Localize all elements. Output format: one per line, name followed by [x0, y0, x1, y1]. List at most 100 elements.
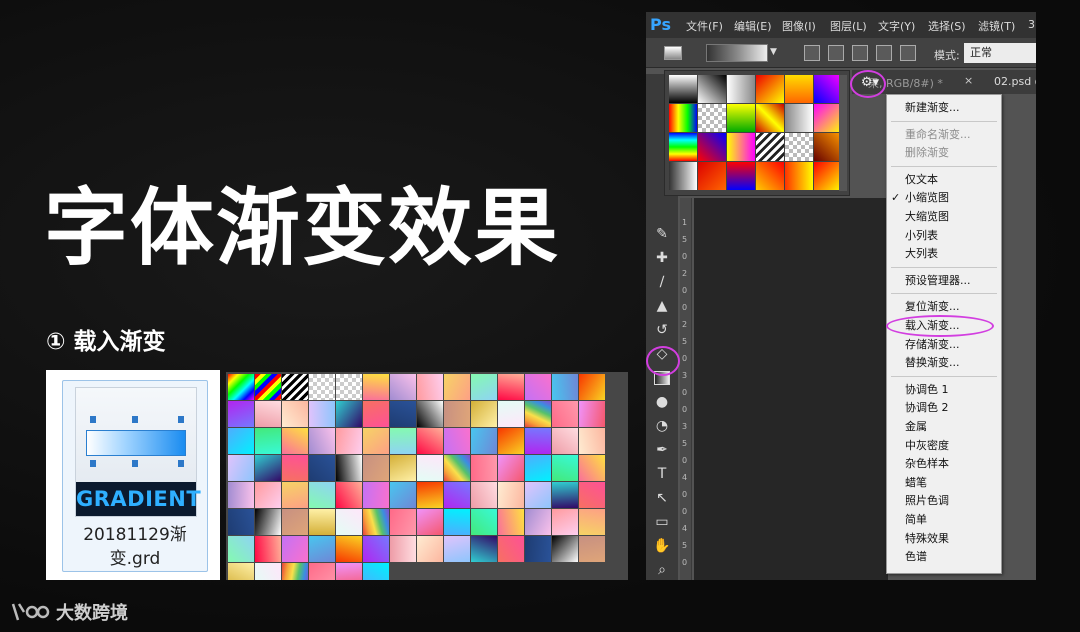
reflected-gradient-icon[interactable]: [876, 45, 892, 61]
gradient-swatch[interactable]: [228, 482, 254, 508]
gradient-swatch[interactable]: [390, 401, 416, 427]
gradient-swatch[interactable]: [336, 509, 362, 535]
gradient-swatch[interactable]: [417, 536, 443, 562]
linear-gradient-icon[interactable]: [804, 45, 820, 61]
gradient-swatch[interactable]: [498, 509, 524, 535]
gradient-swatch[interactable]: [309, 374, 335, 400]
gradient-swatch[interactable]: [444, 482, 470, 508]
grd-file-item[interactable]: GRADIENT 20181129渐变.grd: [62, 380, 208, 572]
gradient-swatch[interactable]: [363, 401, 389, 427]
gradient-swatch[interactable]: [444, 509, 470, 535]
gradient-swatch[interactable]: [579, 482, 605, 508]
gradient-swatch[interactable]: [228, 509, 254, 535]
menu-item[interactable]: 金属: [905, 418, 927, 436]
gradient-swatch[interactable]: [471, 401, 497, 427]
gradient-swatch[interactable]: [471, 536, 497, 562]
gradient-swatch[interactable]: [255, 401, 281, 427]
menu-item[interactable]: 特殊效果: [905, 530, 949, 548]
gradient-swatch[interactable]: [228, 401, 254, 427]
gradient-swatch[interactable]: [255, 509, 281, 535]
gradient-swatch[interactable]: [282, 563, 308, 580]
gradient-swatch[interactable]: [363, 455, 389, 481]
gradient-preset-swatch[interactable]: [669, 133, 697, 161]
gradient-swatch[interactable]: [309, 536, 335, 562]
gradient-swatch[interactable]: [390, 509, 416, 535]
gradient-swatch[interactable]: [579, 401, 605, 427]
gradient-preset-swatch[interactable]: [756, 133, 784, 161]
menu-item[interactable]: 仅文本: [905, 171, 938, 189]
gradient-swatch[interactable]: [417, 482, 443, 508]
gradient-swatch[interactable]: [228, 536, 254, 562]
menu-file[interactable]: 文件(F): [686, 18, 723, 34]
gradient-swatch[interactable]: [390, 428, 416, 454]
gradient-preset-swatch[interactable]: [756, 104, 784, 132]
gradient-swatch[interactable]: [579, 374, 605, 400]
menu-item[interactable]: 替换渐变...: [905, 354, 960, 372]
gradient-swatch[interactable]: [525, 455, 551, 481]
menu-filter[interactable]: 滤镜(T): [978, 18, 1015, 34]
menu-image[interactable]: 图像(I): [782, 18, 816, 34]
gradient-swatch[interactable]: [417, 428, 443, 454]
menu-item[interactable]: 照片色调: [905, 492, 949, 510]
gradient-preset-swatch[interactable]: [698, 104, 726, 132]
chevron-down-icon[interactable]: ▼: [770, 47, 781, 59]
gradient-swatch[interactable]: [579, 509, 605, 535]
gradient-swatch[interactable]: [444, 401, 470, 427]
menu-item[interactable]: 新建渐变...: [905, 99, 960, 117]
gradient-swatch[interactable]: [390, 536, 416, 562]
gradient-swatch[interactable]: [417, 374, 443, 400]
gradient-swatch[interactable]: [363, 482, 389, 508]
menu-select[interactable]: 选择(S): [928, 18, 966, 34]
gradient-swatch[interactable]: [471, 482, 497, 508]
gradient-swatch[interactable]: [471, 455, 497, 481]
menu-item[interactable]: 杂色样本: [905, 455, 949, 473]
gradient-swatch[interactable]: [282, 455, 308, 481]
gradient-swatch[interactable]: [309, 563, 335, 580]
menu-item[interactable]: 存储渐变...: [905, 336, 960, 354]
gradient-swatch[interactable]: [390, 482, 416, 508]
gradient-swatch[interactable]: [525, 401, 551, 427]
mode-select[interactable]: 正常: [964, 43, 1036, 63]
menu-item[interactable]: 协调色 2: [905, 399, 949, 417]
gradient-swatch[interactable]: [336, 536, 362, 562]
gradient-preset-swatch[interactable]: [669, 162, 697, 190]
menu-item[interactable]: 中灰密度: [905, 437, 949, 455]
gradient-preset-swatch[interactable]: [727, 133, 755, 161]
eyedropper-icon[interactable]: ✎: [652, 224, 672, 244]
gradient-swatch[interactable]: [390, 455, 416, 481]
menu-item[interactable]: 小列表: [905, 227, 938, 245]
gradient-swatch[interactable]: [255, 455, 281, 481]
tool-preset-icon[interactable]: [664, 46, 682, 60]
gradient-preset-swatch[interactable]: [698, 75, 726, 103]
gradient-preset-swatch[interactable]: [698, 162, 726, 190]
menu-item[interactable]: 协调色 1: [905, 381, 949, 399]
gradient-preset-swatch[interactable]: [814, 104, 842, 132]
gradient-swatch[interactable]: [282, 401, 308, 427]
gradient-swatch[interactable]: [498, 455, 524, 481]
gradient-swatch[interactable]: [282, 482, 308, 508]
gradient-swatch[interactable]: [228, 563, 254, 580]
gradient-swatch[interactable]: [525, 482, 551, 508]
gradient-swatch[interactable]: [498, 374, 524, 400]
gradient-preset-swatch[interactable]: [814, 75, 842, 103]
gradient-swatch[interactable]: [471, 374, 497, 400]
gradient-swatch[interactable]: [282, 536, 308, 562]
gradient-swatch[interactable]: [444, 536, 470, 562]
gradient-swatch[interactable]: [336, 374, 362, 400]
healing-brush-icon[interactable]: ✚: [652, 248, 672, 268]
angle-gradient-icon[interactable]: [852, 45, 868, 61]
zoom-icon[interactable]: ⌕: [652, 560, 672, 580]
gradient-swatch[interactable]: [363, 563, 389, 580]
gradient-preset-swatch[interactable]: [727, 75, 755, 103]
gradient-swatch[interactable]: [282, 374, 308, 400]
menu-3d[interactable]: 3: [1028, 18, 1035, 31]
gradient-swatch[interactable]: [552, 482, 578, 508]
gradient-swatch[interactable]: [282, 428, 308, 454]
clone-stamp-icon[interactable]: ▲: [652, 296, 672, 316]
menu-item[interactable]: 大列表: [905, 245, 938, 263]
picker-scrollbar[interactable]: [839, 75, 847, 191]
gradient-preset-swatch[interactable]: [814, 162, 842, 190]
gradient-swatch[interactable]: [471, 428, 497, 454]
gradient-swatch[interactable]: [525, 536, 551, 562]
gradient-swatch[interactable]: [471, 509, 497, 535]
